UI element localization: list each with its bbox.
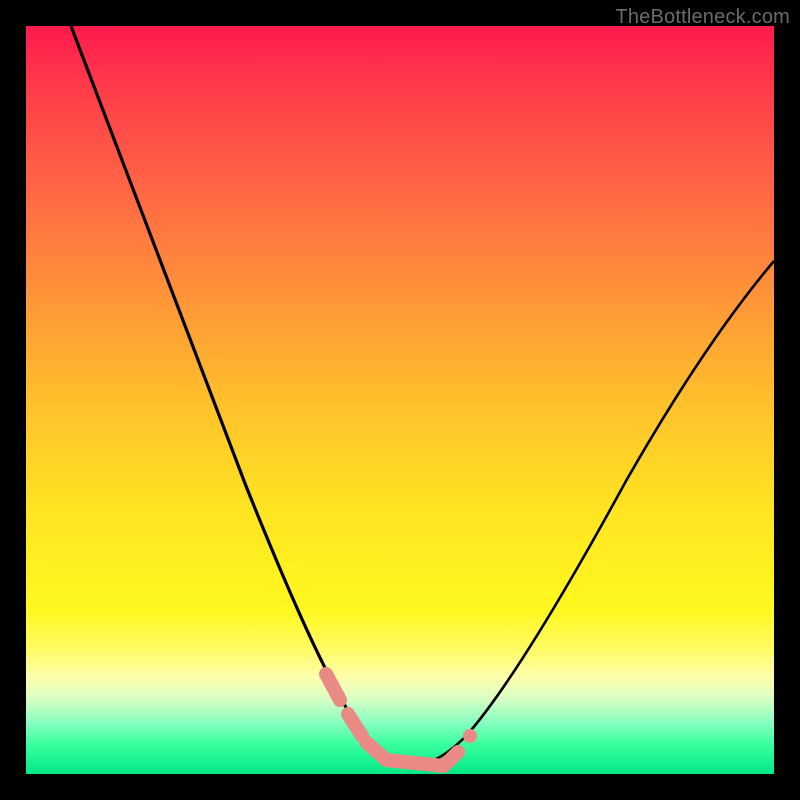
- right-curve: [411, 261, 774, 766]
- valley-markers: [326, 674, 477, 766]
- plot-area: [26, 26, 774, 774]
- outer-frame: TheBottleneck.com: [0, 0, 800, 800]
- curve-layer: [26, 26, 774, 774]
- left-curve: [71, 26, 411, 766]
